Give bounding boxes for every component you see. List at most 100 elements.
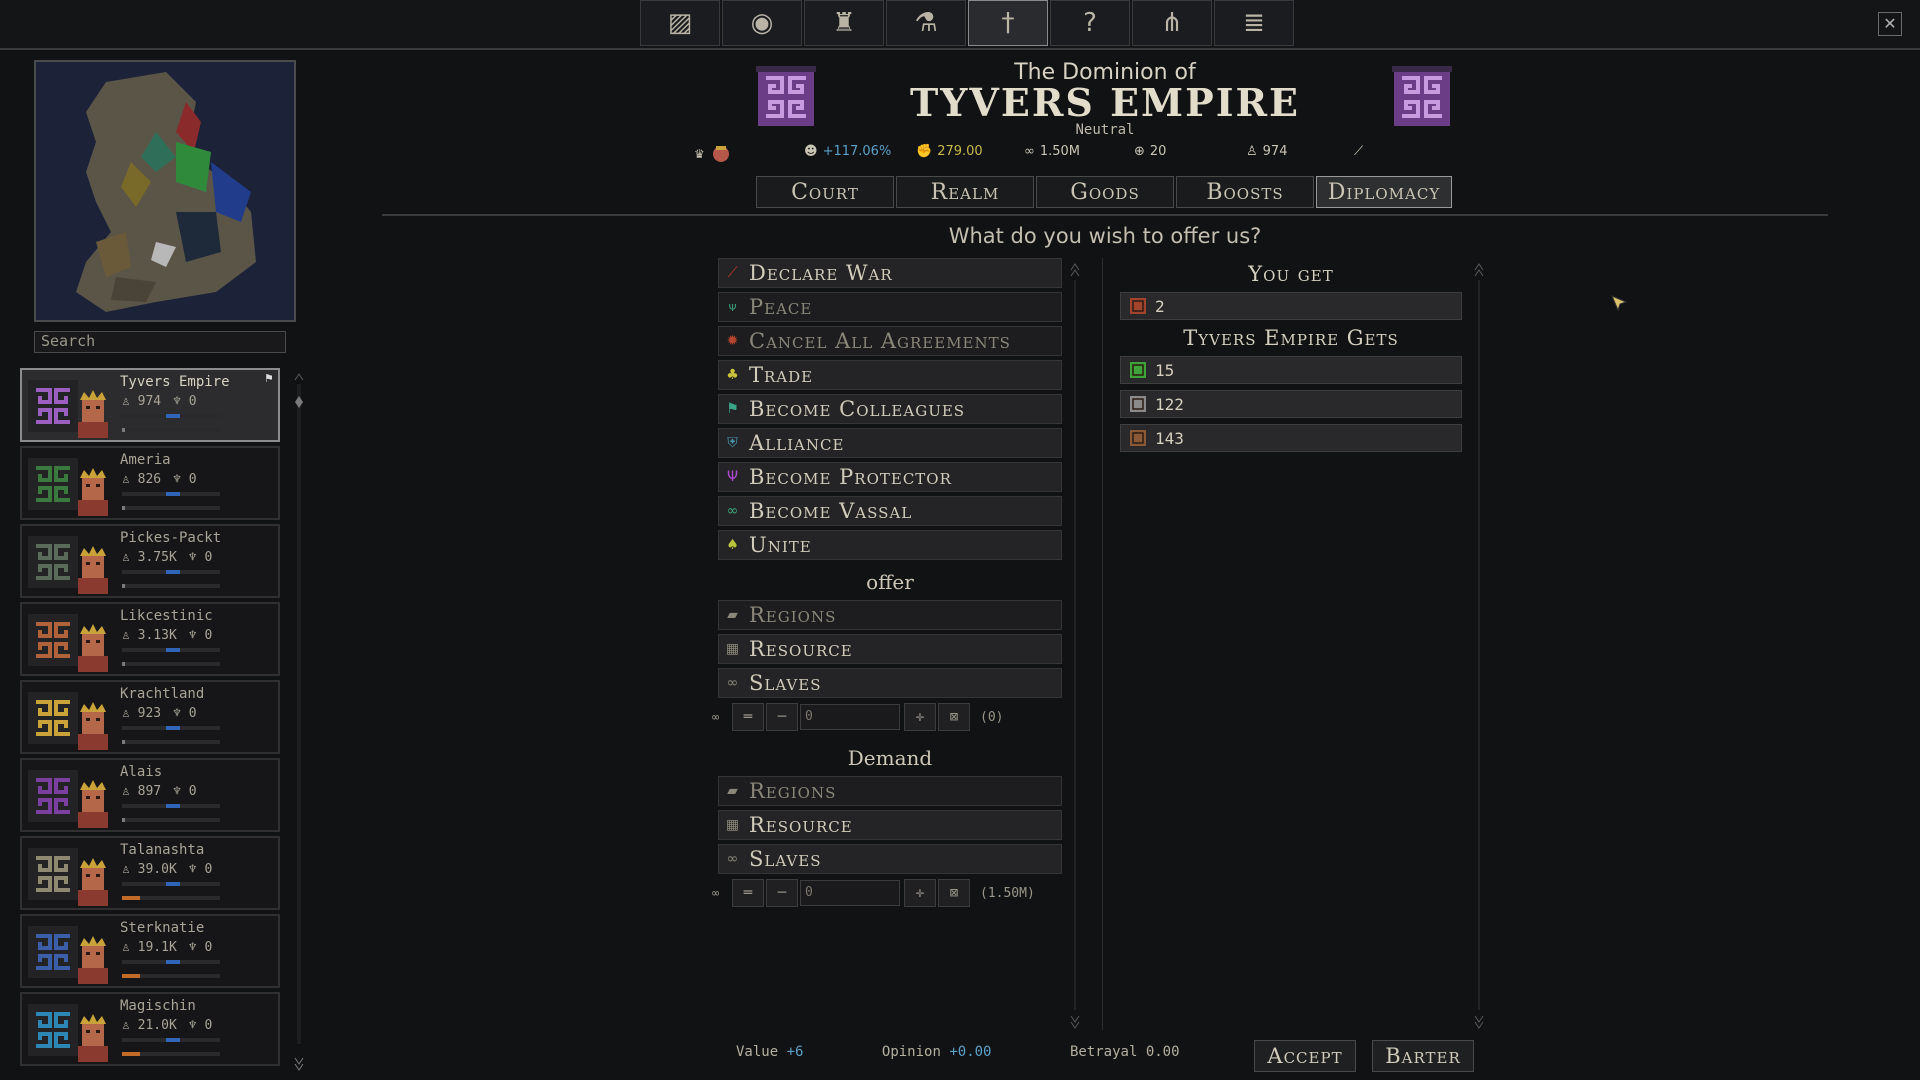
faction-list-item[interactable]: Talanashta ♙ 39.0K ♆ 0 xyxy=(20,836,280,910)
offer-increase-button[interactable]: ✛ xyxy=(904,703,936,731)
deal-item[interactable]: 143 xyxy=(1120,424,1462,452)
demand-max-button[interactable]: ⊠ xyxy=(938,879,970,907)
faction-name: Krachtland xyxy=(120,686,205,702)
military-stat[interactable]: ∞ 1.50M xyxy=(1024,144,1080,159)
population-stat[interactable]: ♙ 974 xyxy=(1246,144,1287,159)
faction-faith: 0 xyxy=(204,940,213,955)
war-stat[interactable]: ⟋ xyxy=(1354,144,1363,159)
offer-decrease-large-button[interactable]: ═ xyxy=(732,703,764,731)
accept-button[interactable]: Accept xyxy=(1254,1040,1356,1072)
unite-icon: ♠ xyxy=(726,537,740,553)
sword-icon: ⟋ xyxy=(1354,144,1364,159)
faction-banner-left-icon xyxy=(756,66,816,126)
deal-item[interactable]: 2 xyxy=(1120,292,1462,320)
action-label: Slaves xyxy=(749,671,822,695)
trade-button[interactable]: ♣ Trade xyxy=(718,360,1062,390)
demand-quantity-input[interactable]: 0 xyxy=(800,880,900,906)
coin-button[interactable]: ◉ xyxy=(722,0,802,46)
deal-footer: Value +6 Opinion +0.00 Betrayal 0.00 xyxy=(736,1044,1180,1060)
barter-button[interactable]: Barter xyxy=(1372,1040,1474,1072)
faction-name: Tyvers Empire xyxy=(120,374,230,390)
deal-item[interactable]: 15 xyxy=(1120,356,1462,384)
demand-decrease-button[interactable]: ─ xyxy=(766,879,798,907)
actions-scrollbar[interactable] xyxy=(1070,262,1080,1030)
faction-list-item[interactable]: Pickes-Packt ♙ 3.75K ♆ 0 xyxy=(20,524,280,598)
minimap[interactable] xyxy=(34,60,296,322)
tab-realm[interactable]: Realm xyxy=(896,176,1034,208)
faction-population: 19.1K xyxy=(137,940,177,955)
ruler-portrait-icon xyxy=(78,390,108,438)
demand-decrease-large-button[interactable]: ═ xyxy=(732,879,764,907)
deal-item-amount: 122 xyxy=(1155,394,1184,414)
faction-list-item[interactable]: Tyvers Empire ♙ 974 ♆ 0 ⚑ xyxy=(20,368,280,442)
diplomacy-button[interactable]: † xyxy=(968,0,1048,46)
faction-list-item[interactable]: Alais ♙ 897 ♆ 0 xyxy=(20,758,280,832)
faith-stat: ♆ 0 xyxy=(189,550,212,565)
flask-button[interactable]: ⚗ xyxy=(886,0,966,46)
offer-decrease-button[interactable]: ─ xyxy=(766,703,798,731)
growth-stat[interactable]: ☻ +117.06% xyxy=(804,144,891,159)
faith-stat: ♆ 0 xyxy=(189,628,212,643)
betrayal-amount: 0.00 xyxy=(1145,1044,1180,1060)
help-button[interactable]: ? xyxy=(1050,0,1130,46)
people-button[interactable]: ♜ xyxy=(804,0,884,46)
action-label: Regions xyxy=(749,779,837,803)
alliance-button[interactable]: ⛨ Alliance xyxy=(718,428,1062,458)
unite-button[interactable]: ♠ Unite xyxy=(718,530,1062,560)
regions-stat[interactable]: ⊕ 20 xyxy=(1134,144,1166,159)
declare-war-button[interactable]: ⟋ Declare War xyxy=(718,258,1062,288)
faction-list-item[interactable]: Sterknatie ♙ 19.1K ♆ 0 xyxy=(20,914,280,988)
close-button[interactable]: ✕ xyxy=(1878,12,1902,36)
shrine-icon: ♆ xyxy=(173,706,189,721)
offer-max-button[interactable]: ⊠ xyxy=(938,703,970,731)
faction-strength-bar xyxy=(122,1052,220,1056)
faction-faith: 0 xyxy=(188,784,197,799)
faction-strength-bar xyxy=(122,428,220,432)
ruler-stat[interactable]: ♛ xyxy=(694,144,732,164)
become-protector-button[interactable]: Ψ Become Protector xyxy=(718,462,1062,492)
resource-button[interactable]: ▦ Resource xyxy=(718,634,1062,664)
faction-search-input[interactable]: Search xyxy=(34,331,286,353)
tab-court[interactable]: Court xyxy=(756,176,894,208)
demand-increase-button[interactable]: ✛ xyxy=(904,879,936,907)
regions-button[interactable]: ▰ Regions xyxy=(718,776,1062,806)
faction-list-item[interactable]: Krachtland ♙ 923 ♆ 0 xyxy=(20,680,280,754)
population-stat: ♙ 3.75K xyxy=(122,550,177,565)
faction-relation-bar xyxy=(122,1038,220,1042)
peace-button[interactable]: ψ Peace xyxy=(718,292,1062,322)
faction-population: 39.0K xyxy=(137,862,177,877)
regions-button[interactable]: ▰ Regions xyxy=(718,600,1062,630)
resource-icon: ▦ xyxy=(725,817,741,833)
tree-button[interactable]: ⋔ xyxy=(1132,0,1212,46)
deal-scrollbar[interactable] xyxy=(1474,262,1484,1030)
faction-list-item[interactable]: Ameria ♙ 826 ♆ 0 xyxy=(20,446,280,520)
slaves-button[interactable]: ∞ Slaves xyxy=(718,668,1062,698)
deal-item[interactable]: 122 xyxy=(1120,390,1462,418)
faction-relation-bar xyxy=(122,492,220,496)
faith-stat: ♆ 0 xyxy=(189,1018,212,1033)
ledger-button[interactable]: ▨ xyxy=(640,0,720,46)
ruler-portrait-icon xyxy=(78,858,108,906)
list-button[interactable]: ≣ xyxy=(1214,0,1294,46)
ruler-portrait-icon xyxy=(78,936,108,984)
faction-list-scrollbar[interactable] xyxy=(294,372,304,1072)
tab-diplomacy[interactable]: Diplomacy xyxy=(1316,176,1452,208)
action-label: Become Vassal xyxy=(749,499,913,523)
slaves-button[interactable]: ∞ Slaves xyxy=(718,844,1062,874)
faction-relation-bar xyxy=(122,414,220,418)
tab-goods[interactable]: Goods xyxy=(1036,176,1174,208)
population-stat: ♙ 3.13K xyxy=(122,628,177,643)
become-vassal-button[interactable]: ∞ Become Vassal xyxy=(718,496,1062,526)
cancel-all-agreements-button[interactable]: ✹ Cancel All Agreements xyxy=(718,326,1062,356)
cancel-icon: ✹ xyxy=(726,333,740,349)
faction-list-item[interactable]: Magischin ♙ 21.0K ♆ 0 xyxy=(20,992,280,1066)
become-colleagues-button[interactable]: ⚑ Become Colleagues xyxy=(718,394,1062,424)
tab-boosts[interactable]: Boosts xyxy=(1176,176,1314,208)
main-menu-toolbar: ▨ ◉ ♜ ⚗ †? ⋔ ≣ xyxy=(640,0,1296,46)
coin-stat[interactable]: ✊ 279.00 xyxy=(916,144,983,159)
offer-quantity-input[interactable]: 0 xyxy=(800,704,900,730)
faction-stance: Neutral xyxy=(1075,122,1135,138)
faction-list-item[interactable]: Likcestinic ♙ 3.13K ♆ 0 xyxy=(20,602,280,676)
faction-name: Alais xyxy=(120,764,163,780)
resource-button[interactable]: ▦ Resource xyxy=(718,810,1062,840)
